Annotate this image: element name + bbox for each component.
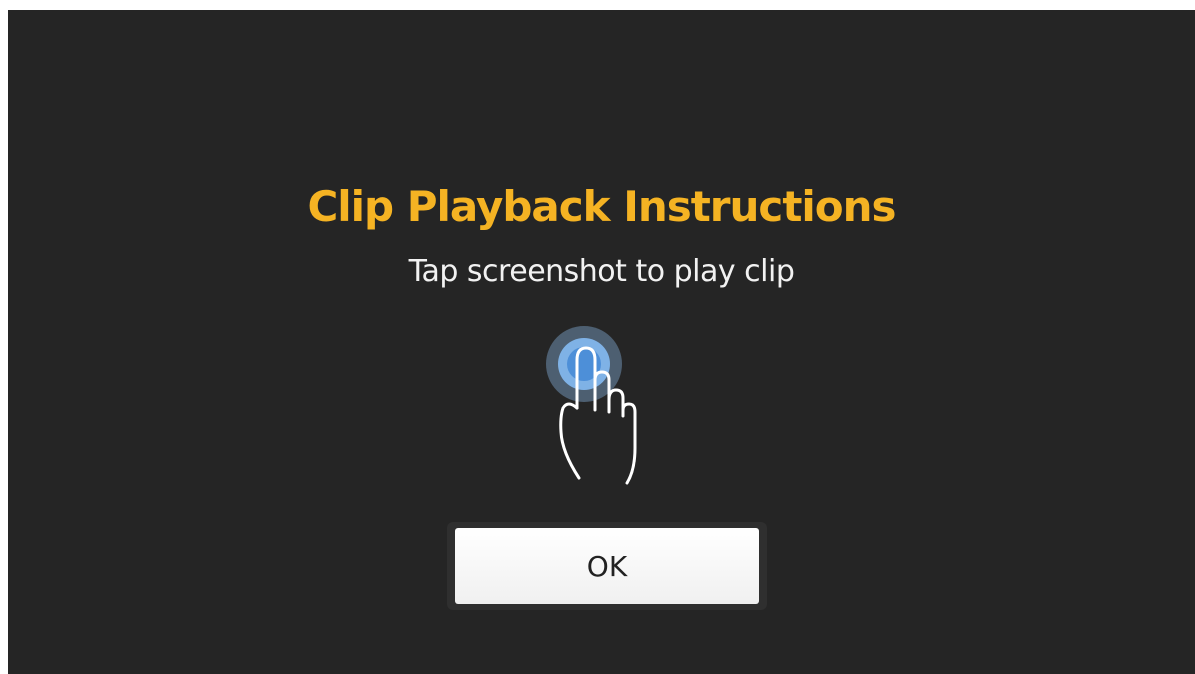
tap-hand-icon xyxy=(546,326,637,485)
ok-button[interactable]: OK xyxy=(455,528,759,604)
ok-button-container: OK xyxy=(447,522,767,610)
instructions-overlay: Clip Playback Instructions Tap screensho… xyxy=(8,10,1195,674)
dialog-message: Tap screenshot to play clip xyxy=(408,254,795,289)
dialog-title: Clip Playback Instructions xyxy=(307,182,896,231)
